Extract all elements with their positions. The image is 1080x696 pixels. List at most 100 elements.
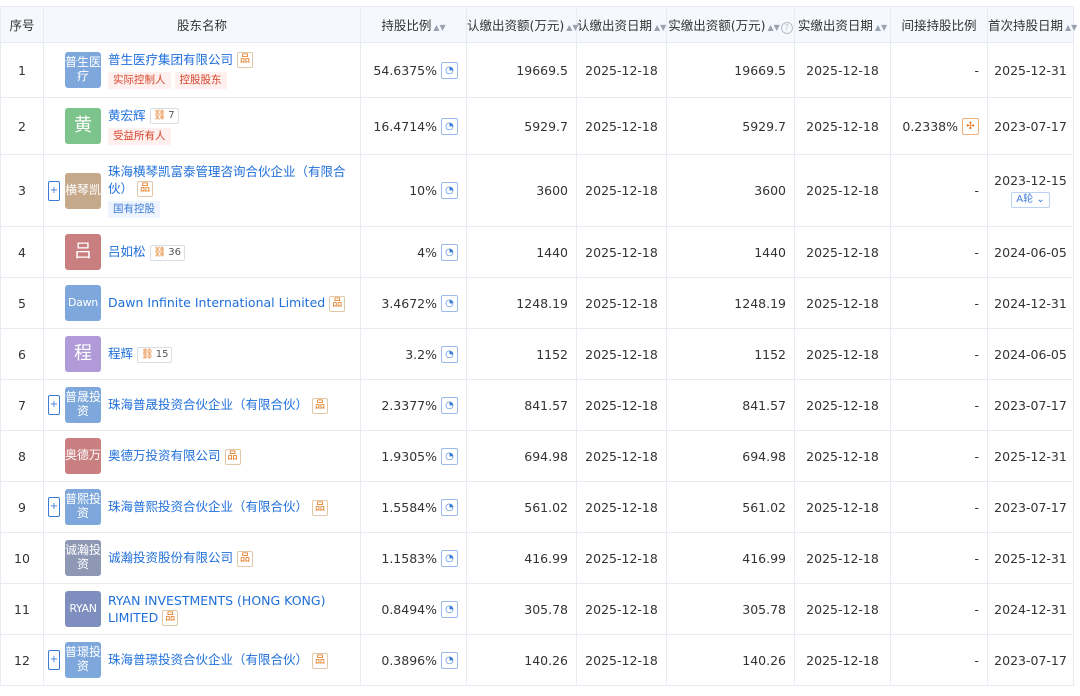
pie-chart-icon[interactable]: ◔ [441,294,458,312]
shareholder-name-link[interactable]: 珠海普璟投资合伙企业（有限合伙） [108,652,308,667]
equity-structure-icon[interactable]: 品 [312,499,329,516]
header-ratio[interactable]: 持股比例 ▲▼ [360,6,467,43]
ratio-cell: 1.5584% ◔ [360,481,467,533]
indirect-ratio: - [974,652,979,668]
first-date: 2024-06-05 [994,346,1067,362]
avatar: 普璟投资 [65,642,101,678]
index-cell: 4 [0,226,44,278]
shareholder-name-link[interactable]: 珠海普熙投资合伙企业（有限合伙） [108,499,308,514]
sub-amount-cell: 1248.19 [466,277,577,329]
financing-round-dropdown[interactable]: A轮 ⌄ [1011,192,1050,208]
indirect-ratio: - [974,295,979,311]
paid-amount: 140.26 [742,652,786,668]
indirect-cell: - [890,634,988,686]
first-date: 2024-06-05 [994,244,1067,260]
header-sub-amount[interactable]: 认缴出资额(万元) ▲▼ [466,6,579,43]
name-cell: + 横琴凯 珠海横琴凯富泰管理咨询合伙企业（有限合伙）品国有控股 [43,154,361,227]
pie-chart-icon[interactable]: ◔ [441,651,458,669]
header-first-date[interactable]: 首次持股日期 ▲▼ [987,6,1077,43]
avatar: 普熙投资 [65,489,101,525]
table-row: 12 + 普璟投资 珠海普璟投资合伙企业（有限合伙） 品 0.3896% ◔ 140.26 20… [0,634,1074,686]
sub-amount: 694.98 [524,448,568,464]
sub-date-cell: 2025-12-18 [576,42,667,98]
pie-chart-icon[interactable]: ◔ [441,117,458,135]
pie-chart-icon[interactable]: ◔ [441,396,458,414]
sort-icon[interactable]: ▲▼ [767,23,779,32]
shareholder-name-link[interactable]: 吕如松 [108,244,146,259]
sort-icon[interactable]: ▲▼ [875,23,887,32]
question-icon[interactable]: ? [780,22,793,34]
pie-chart-icon[interactable]: ◔ [441,447,458,465]
sort-icon[interactable]: ▲▼ [433,23,445,32]
table-row: 2+黄黄宏辉⛓7受益所有人16.4714%◔5929.72025-12-1859… [0,97,1074,155]
name-cell: +程程辉⛓15 [43,328,361,380]
shareholder-name-link[interactable]: 黄宏辉 [108,108,146,123]
avatar: 吕 [65,234,101,270]
expand-plus-icon[interactable]: + [48,395,60,415]
row-index: 10 [14,550,30,566]
first-date: 2025-12-31 [994,448,1067,464]
equity-structure-icon[interactable]: 品 [137,181,154,198]
related-count: 7 [168,110,175,122]
shareholder-name-link[interactable]: 诚瀚投资股份有限公司 [108,550,233,565]
indirect-cell: - [890,42,988,98]
shareholder-name-link[interactable]: 普生医疗集团有限公司 [108,52,233,67]
shareholder-name-link[interactable]: RYAN INVESTMENTS (HONG KONG) LIMITED [108,593,325,625]
shareholder-name-link[interactable]: 珠海普晟投资合伙企业（有限合伙） [108,397,308,412]
row-index: 6 [18,346,26,362]
pie-chart-icon[interactable]: ◔ [441,61,458,79]
header-sub-date[interactable]: 认缴出资日期 ▲▼ [576,6,667,43]
indirect-ratio: - [974,550,979,566]
equity-structure-icon[interactable]: 品 [329,295,346,312]
ratio-value: 4% [417,244,437,260]
ratio-cell: 1.9305% ◔ [360,430,467,482]
shareholder-name-link[interactable]: Dawn Infinite International Limited [108,295,325,310]
shareholder-info: + 普璟投资 珠海普璟投资合伙企业（有限合伙） 品 [44,642,360,678]
paid-date: 2025-12-18 [806,550,879,566]
index-cell: 2 [0,97,44,155]
index-cell: 10 [0,532,44,584]
equity-structure-icon[interactable]: 品 [312,397,329,414]
paid-amount: 1248.19 [734,295,786,311]
expand-plus-icon[interactable]: + [48,180,60,201]
sort-icon[interactable]: ▲▼ [1065,23,1077,32]
pie-chart-icon[interactable]: ◔ [441,600,458,618]
equity-structure-icon[interactable]: 品 [237,550,254,567]
pie-chart-icon[interactable]: ◔ [441,182,458,199]
sort-icon[interactable]: ▲▼ [654,23,666,32]
penetration-icon[interactable]: ✣ [962,117,979,135]
related-companies-button[interactable]: ⛓ 15 [137,346,173,363]
sub-date: 2025-12-18 [585,118,658,134]
ratio-value: 1.5584% [381,499,437,515]
related-companies-icon: ⛓ [153,110,167,122]
pie-chart-icon[interactable]: ◔ [441,243,458,261]
index-cell: 11 [0,583,44,635]
index-cell: 12 [0,634,44,686]
sub-date-cell: 2025-12-18 [576,634,667,686]
equity-structure-icon[interactable]: 品 [312,652,329,669]
shareholder-name-link[interactable]: 程辉 [108,346,133,361]
equity-structure-icon[interactable]: 品 [224,448,241,465]
header-paid-date[interactable]: 实缴出资日期 ▲▼ [794,6,891,43]
related-companies-button[interactable]: ⛓ 36 [149,244,185,261]
pie-chart-icon[interactable]: ◔ [441,498,458,516]
sub-amount-cell: 19669.5 [466,42,577,98]
indirect-cell: - [890,583,988,635]
paid-amount: 305.78 [742,601,786,617]
related-companies-button[interactable]: ⛓ 7 [149,108,179,125]
equity-structure-icon[interactable]: 品 [237,52,254,69]
indirect-cell: - [890,379,988,431]
paid-amount-cell: 140.26 [666,634,795,686]
indirect-ratio: - [974,346,979,362]
expand-plus-icon[interactable]: + [48,497,60,517]
equity-structure-icon[interactable]: 品 [162,610,179,627]
pie-chart-icon[interactable]: ◔ [441,549,458,567]
sub-date: 2025-12-18 [585,346,658,362]
expand-plus-icon[interactable]: + [48,650,60,670]
related-count: 15 [155,348,169,360]
sub-date-cell: 2025-12-18 [576,328,667,380]
indirect-ratio: - [974,62,979,78]
header-paid-amount[interactable]: 实缴出资额(万元) ▲▼? [666,6,795,43]
pie-chart-icon[interactable]: ◔ [441,345,458,363]
shareholder-name-link[interactable]: 奥德万投资有限公司 [108,448,221,463]
